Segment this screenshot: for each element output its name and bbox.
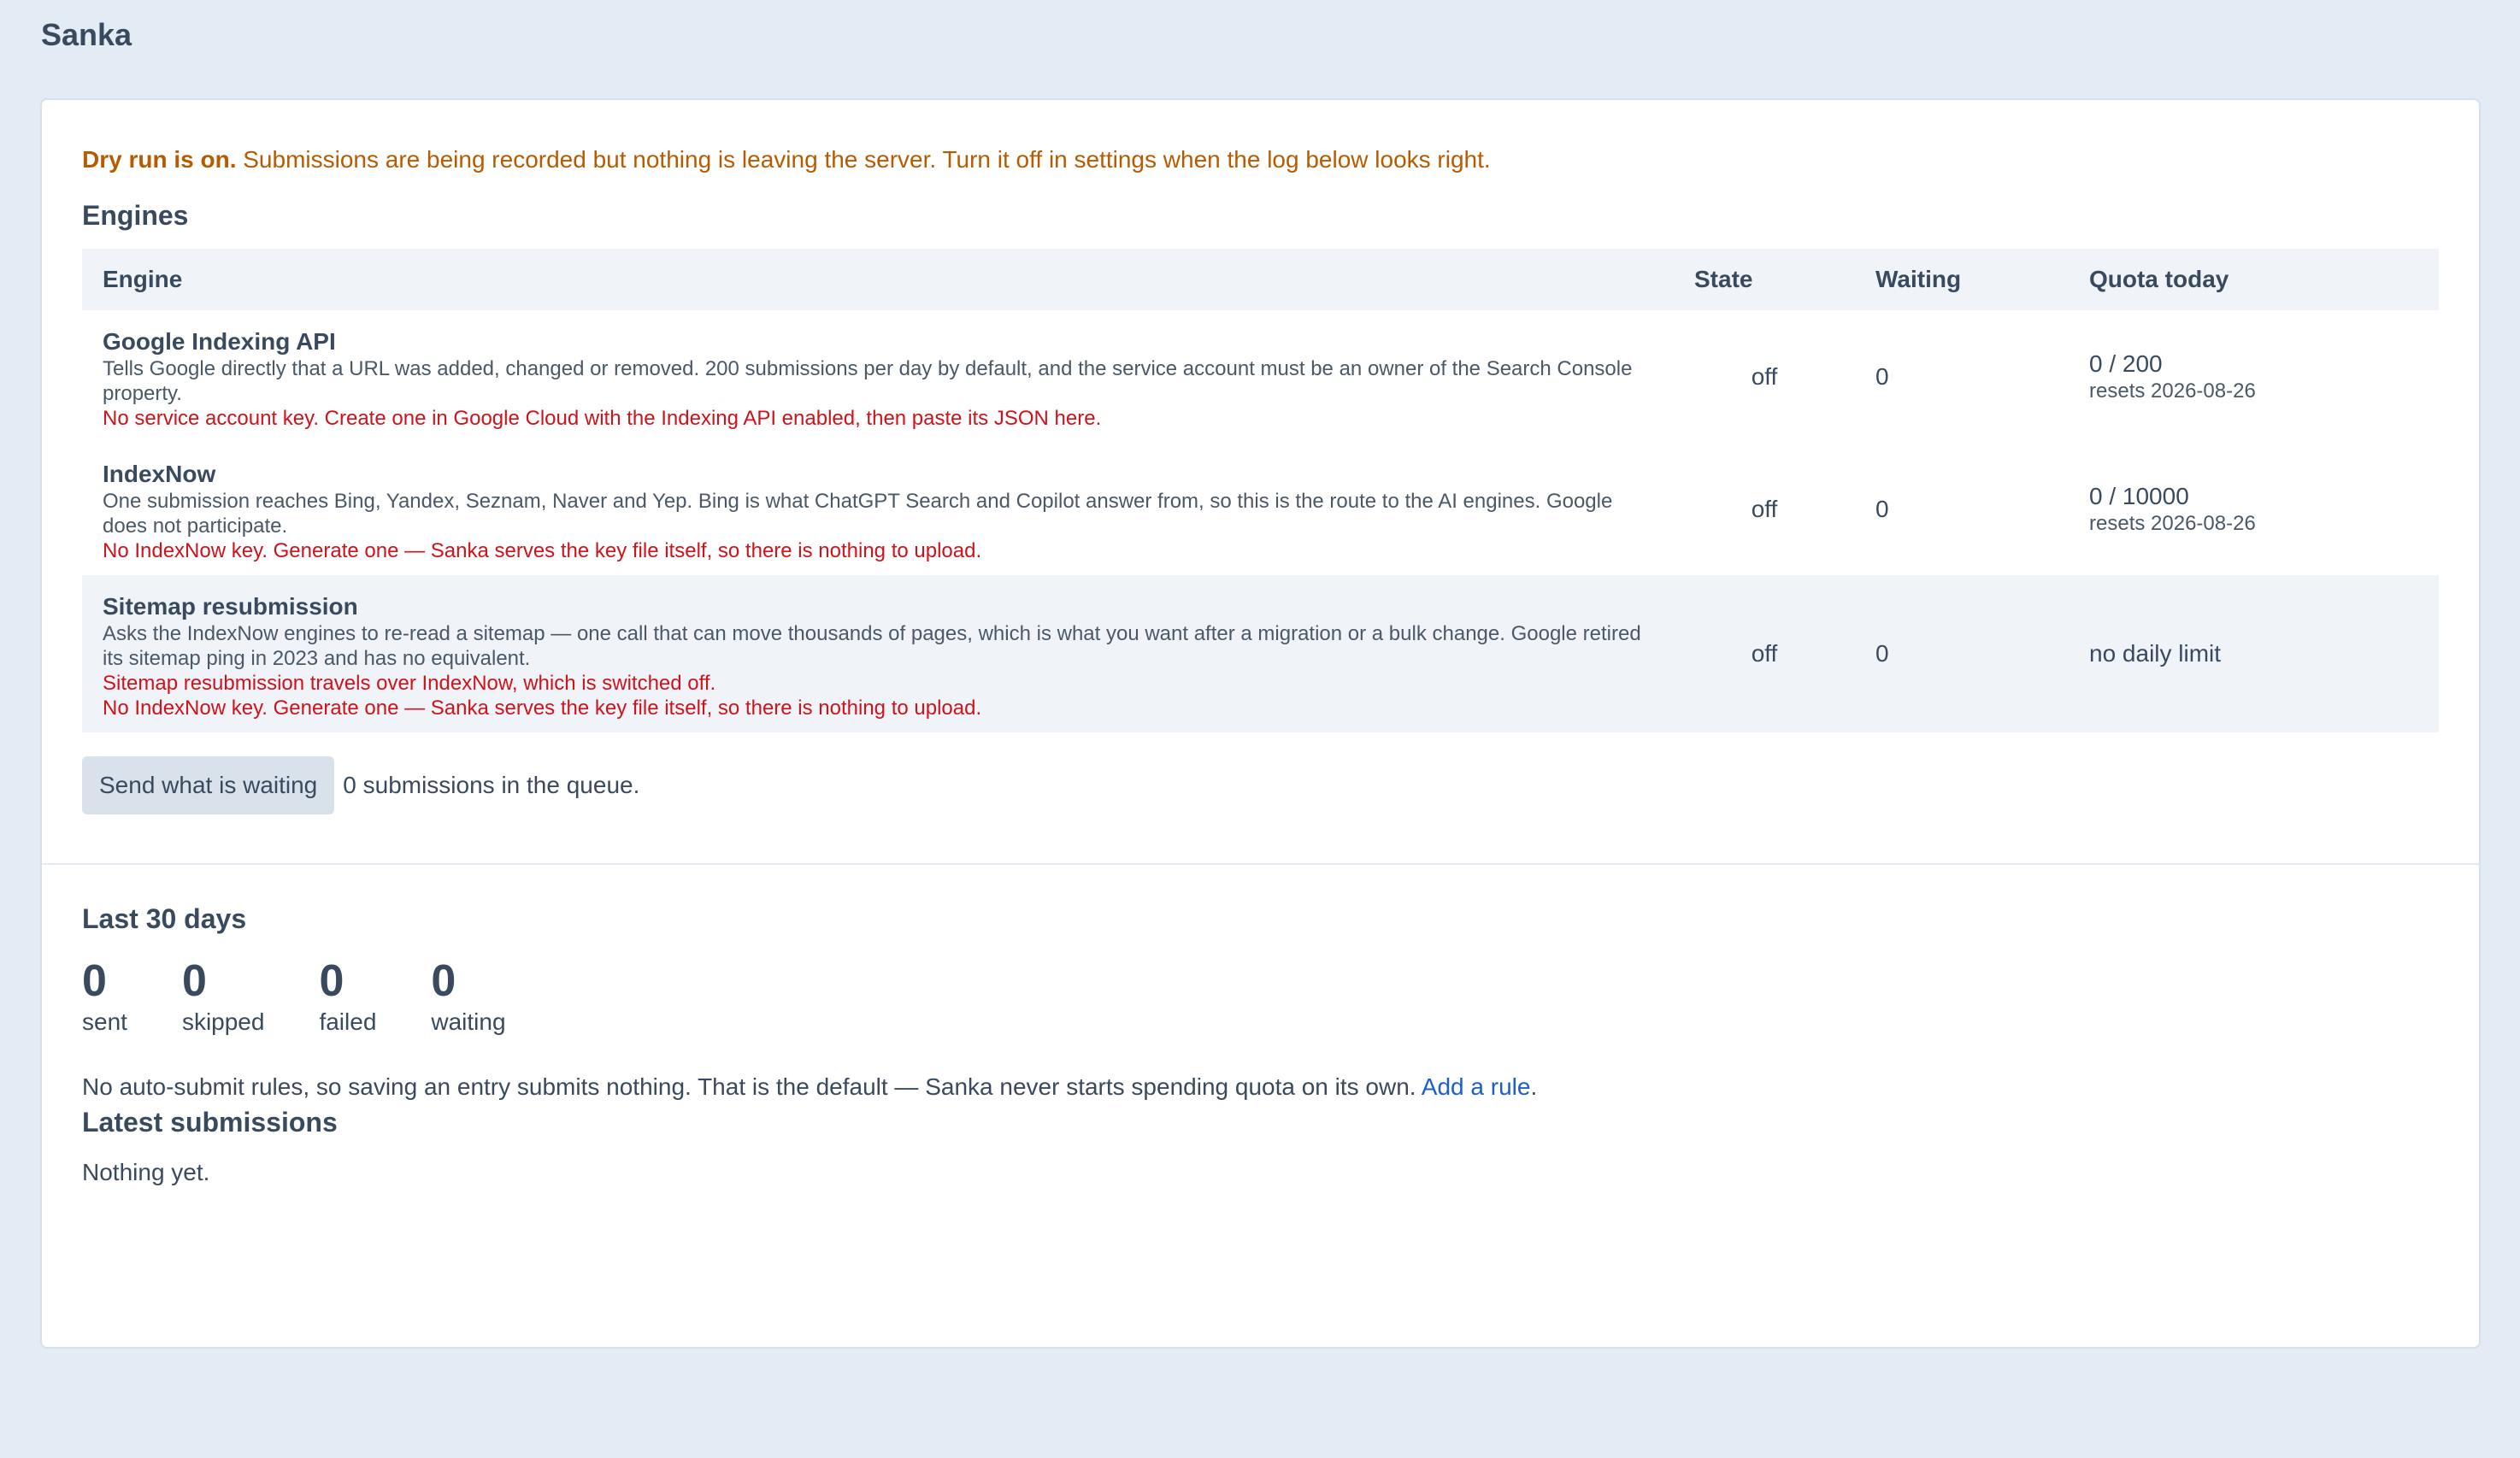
app-title: Sanka xyxy=(41,17,132,52)
stats-section: Last 30 days 0 sent 0 skipped 0 failed 0… xyxy=(42,865,2479,1186)
engines-table: Engine State Waiting Quota today Google … xyxy=(82,249,2439,732)
stat-skipped: 0 skipped xyxy=(182,955,265,1038)
stat-label: waiting xyxy=(431,1008,506,1035)
engine-quota: no daily limit xyxy=(2069,575,2439,732)
queue-row: Send what is waiting 0 submissions in th… xyxy=(82,756,2439,814)
engine-warning: No IndexNow key. Generate one — Sanka se… xyxy=(103,539,982,562)
stat-label: skipped xyxy=(181,1008,265,1035)
engine-description: Asks the IndexNow engines to re-read a s… xyxy=(103,622,1641,670)
stat-value: 0 xyxy=(82,956,107,1006)
engine-row-indexnow: IndexNow One submission reaches Bing, Ya… xyxy=(82,443,2439,575)
engine-name: Sitemap resubmission xyxy=(103,593,358,620)
engine-row-sitemap: Sitemap resubmission Asks the IndexNow e… xyxy=(82,575,2439,732)
send-waiting-button[interactable]: Send what is waiting xyxy=(82,756,335,814)
engine-state: off xyxy=(1751,640,1778,667)
engine-quota: 0 / 200 resets 2026-08-26 xyxy=(2069,310,2439,443)
engines-table-header: Engine State Waiting Quota today xyxy=(82,249,2439,310)
main-card: Dry run is on. Submissions are being rec… xyxy=(40,98,2481,1349)
quota-reset: resets 2026-08-26 xyxy=(2089,379,2256,403)
engines-heading: Engines xyxy=(82,200,189,231)
engine-warning: No service account key. Create one in Go… xyxy=(103,407,1102,430)
stat-value: 0 xyxy=(431,956,456,1006)
quota-value: no daily limit xyxy=(2089,640,2222,667)
rules-note-text: No auto-submit rules, so saving an entry… xyxy=(82,1073,1422,1100)
dry-run-notice-bold: Dry run is on. xyxy=(82,146,237,173)
column-header-waiting: Waiting xyxy=(1875,266,1962,292)
engine-warning: No IndexNow key. Generate one — Sanka se… xyxy=(103,697,982,720)
engine-cell: IndexNow One submission reaches Bing, Ya… xyxy=(82,443,1674,575)
engine-description: Tells Google directly that a URL was add… xyxy=(103,357,1633,405)
engine-waiting: 0 xyxy=(1875,362,1889,390)
stat-label: failed xyxy=(319,1008,377,1035)
engine-cell: Google Indexing API Tells Google directl… xyxy=(82,310,1674,443)
engine-state: off xyxy=(1751,362,1778,390)
engine-waiting: 0 xyxy=(1875,640,1889,667)
column-header-engine: Engine xyxy=(103,266,183,292)
queue-status: 0 submissions in the queue. xyxy=(343,772,640,798)
rules-note: No auto-submit rules, so saving an entry… xyxy=(82,1070,2439,1104)
quota-value: 0 / 10000 xyxy=(2089,482,2189,509)
engine-cell: Sitemap resubmission Asks the IndexNow e… xyxy=(82,575,1674,732)
engine-description: One submission reaches Bing, Yandex, Sez… xyxy=(103,490,1613,538)
stats-row: 0 sent 0 skipped 0 failed 0 waiting xyxy=(82,955,2439,1038)
stats-heading: Last 30 days xyxy=(82,903,247,934)
stat-label: sent xyxy=(82,1008,127,1035)
stat-failed: 0 failed xyxy=(319,955,376,1038)
quota-reset: resets 2026-08-26 xyxy=(2089,511,2256,535)
engine-name: Google Indexing API xyxy=(103,328,336,355)
rules-note-end: . xyxy=(1530,1073,1538,1100)
engine-name: IndexNow xyxy=(103,461,216,487)
stat-value: 0 xyxy=(181,956,207,1006)
stat-sent: 0 sent xyxy=(82,955,127,1038)
engine-waiting: 0 xyxy=(1875,495,1889,522)
quota-value: 0 / 200 xyxy=(2089,350,2163,377)
engine-state: off xyxy=(1751,495,1778,522)
column-header-state: State xyxy=(1694,266,1753,292)
column-header-quota: Quota today xyxy=(2089,266,2229,292)
add-rule-link[interactable]: Add a rule xyxy=(1422,1073,1531,1100)
engines-section: Dry run is on. Submissions are being rec… xyxy=(42,100,2479,865)
engine-quota: 0 / 10000 resets 2026-08-26 xyxy=(2069,443,2439,575)
engine-row-google-indexing: Google Indexing API Tells Google directl… xyxy=(82,310,2439,443)
dry-run-notice-text: Submissions are being recorded but nothi… xyxy=(236,146,1491,173)
latest-submissions-empty: Nothing yet. xyxy=(82,1159,210,1185)
engine-warning: Sitemap resubmission travels over IndexN… xyxy=(103,672,716,695)
dry-run-notice: Dry run is on. Submissions are being rec… xyxy=(82,143,2439,177)
stat-waiting: 0 waiting xyxy=(431,955,505,1038)
stat-value: 0 xyxy=(319,956,344,1006)
latest-submissions-heading: Latest submissions xyxy=(82,1107,338,1138)
